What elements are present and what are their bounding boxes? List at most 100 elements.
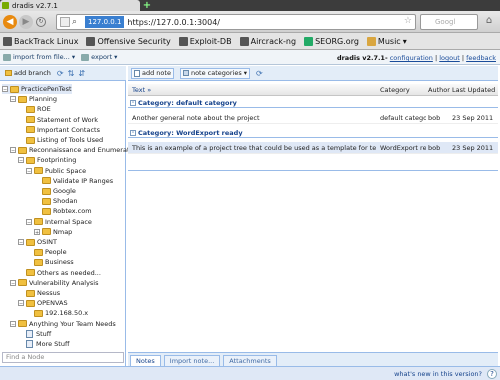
tree-node-label: Statement of Work [37, 115, 99, 124]
export-button[interactable]: export ▾ [81, 53, 117, 61]
tree-node[interactable]: − Internal Space [26, 217, 92, 227]
bookmark-star-icon[interactable]: ☆ [404, 16, 412, 26]
collapse-icon[interactable]: − [10, 279, 16, 287]
collapse-icon[interactable]: − [18, 239, 24, 246]
search-input[interactable]: Googl [420, 14, 478, 30]
tree-node-label: More Stuff [36, 340, 70, 348]
category-group-title: Category: WordExport ready [138, 128, 243, 137]
version-text: dradis v2.7.1- [336, 54, 388, 62]
add-branch-button[interactable]: add branch [3, 68, 53, 79]
note-categories-button[interactable]: note categories ▾ [179, 67, 250, 79]
url-bar[interactable]: ⌕ 127.0.0.1 https://127.0.0.1:3004/ ☆ [56, 14, 416, 30]
back-button[interactable]: ◀ [3, 15, 17, 29]
tree-node[interactable]: Nessus [18, 288, 60, 298]
tree-node[interactable]: Listing of Tools Used [18, 135, 103, 145]
tab-notes[interactable]: Notes [130, 355, 161, 366]
tree-node[interactable]: Shodan [34, 196, 77, 206]
app-header-links: dradis v2.7.1- configuration | logout | … [337, 54, 496, 62]
tree-node[interactable]: − OPENVAS [18, 298, 68, 308]
tree-node[interactable]: 192.168.50.x [26, 308, 88, 318]
new-tab-button[interactable]: + [142, 1, 152, 11]
tree-node[interactable]: ROE [18, 104, 51, 114]
tree-node[interactable]: Business [26, 257, 74, 267]
tree-node[interactable]: Statement of Work [18, 115, 98, 125]
chevron-down-icon: ▾ [71, 53, 76, 61]
tree-node-label: Public Space [45, 166, 87, 175]
bookmark-seorg[interactable]: SEORG.org [304, 36, 359, 46]
aircrack-icon [239, 36, 249, 46]
url-text[interactable]: https://127.0.0.1:3004/ [127, 18, 220, 27]
help-icon[interactable]: ? [487, 369, 497, 379]
configuration-link[interactable]: configuration [390, 54, 433, 62]
bookmark-aircrack[interactable]: Aircrack-ng [239, 36, 296, 46]
column-text[interactable]: Text » [132, 86, 151, 94]
tree-node-label: Google [53, 187, 76, 195]
add-note-button[interactable]: add note [131, 67, 174, 79]
tree-node[interactable]: − Planning [10, 94, 57, 104]
tree-node[interactable]: − OSINT [18, 237, 57, 247]
tree-node[interactable]: − Footprinting [18, 155, 76, 165]
tree-node[interactable]: − Public Space [26, 166, 86, 176]
category-group-header[interactable]: - Category: WordExport ready [128, 128, 498, 138]
folder-icon [366, 36, 376, 46]
category-group-header[interactable]: - Category: default category [128, 98, 498, 108]
collapse-tree-icon[interactable]: ⇵ [78, 69, 85, 78]
reload-icon[interactable]: ↻ [36, 17, 46, 27]
tree-node[interactable]: − Anything Your Team Needs [10, 319, 116, 329]
refresh-icon[interactable]: ⟳ [256, 69, 263, 78]
bookmark-exploitdb[interactable]: Exploit-DB [178, 36, 232, 46]
collapse-icon[interactable]: − [18, 300, 24, 307]
whats-new-link[interactable]: what's new in this version? [394, 370, 482, 378]
collapse-icon[interactable]: − [18, 157, 24, 164]
tree-node[interactable]: Others as needed... [18, 268, 101, 278]
site-identity-icon[interactable] [60, 17, 70, 27]
expand-tree-icon[interactable]: ⇅ [68, 69, 75, 78]
expand-icon[interactable]: + [34, 228, 40, 236]
find-node-input[interactable]: Find a Node [2, 352, 124, 363]
chevron-down-icon: ▾ [114, 53, 118, 61]
collapse-icon[interactable]: − [10, 96, 16, 103]
tree-node[interactable]: Stuff [18, 329, 51, 339]
add-note-icon [134, 69, 140, 77]
tree-node[interactable]: More Stuff [18, 339, 69, 349]
tree-node[interactable]: Robtex.com [34, 206, 92, 216]
tree-node[interactable]: − Reconnaissance and Enumeration [10, 145, 139, 155]
bookmark-backtrack[interactable]: BackTrack Linux [3, 36, 78, 46]
tree-node-label: Nmap [53, 227, 73, 236]
home-icon[interactable]: ⌂ [482, 15, 496, 29]
url-host-badge[interactable]: 127.0.0.1 [85, 16, 125, 28]
column-category[interactable]: Category [380, 86, 410, 94]
column-last-updated[interactable]: Last Updated [452, 86, 495, 94]
note-row[interactable]: Another general note about the project de… [128, 112, 498, 124]
tree-node-label: PracticePenTest [21, 85, 72, 93]
collapse-icon[interactable]: − [2, 86, 8, 93]
tree-node[interactable]: Important Contacts [18, 125, 100, 135]
note-row[interactable]: This is an example of a project tree tha… [128, 142, 498, 154]
folder-icon [42, 207, 51, 215]
tree-node[interactable]: − Vulnerability Analysis [10, 278, 99, 288]
import-button[interactable]: import from file... ▾ [3, 53, 75, 61]
logout-link[interactable]: logout [439, 54, 460, 62]
collapse-icon[interactable]: − [26, 167, 32, 175]
collapse-group-icon[interactable]: - [130, 129, 136, 136]
bookmark-offsec[interactable]: Offensive Security [86, 36, 171, 46]
tree-node[interactable]: Validate IP Ranges [34, 176, 113, 186]
column-author[interactable]: Author [428, 86, 450, 94]
collapse-icon[interactable]: − [10, 147, 16, 154]
tree-node[interactable]: + Nmap [34, 227, 72, 237]
folder-icon [18, 320, 27, 328]
collapse-icon[interactable]: − [10, 320, 16, 328]
tree-node[interactable]: People [26, 247, 67, 257]
feedback-link[interactable]: feedback [466, 54, 496, 62]
collapse-icon[interactable]: − [26, 218, 32, 226]
tree-node-label: Nessus [37, 289, 61, 297]
tree-node[interactable]: Google [34, 186, 76, 196]
browser-tab[interactable]: dradis v2.7.1 [0, 0, 140, 11]
collapse-group-icon[interactable]: - [130, 99, 136, 106]
refresh-icon[interactable]: ⟳ [57, 69, 64, 78]
tree-node[interactable]: − PracticePenTest [2, 84, 72, 94]
bookmark-music[interactable]: Music ▾ [366, 36, 407, 46]
forward-button[interactable]: ▶ [19, 15, 33, 29]
tab-attachments[interactable]: Attachments [223, 355, 277, 366]
tab-import-note[interactable]: Import note... [163, 355, 221, 366]
